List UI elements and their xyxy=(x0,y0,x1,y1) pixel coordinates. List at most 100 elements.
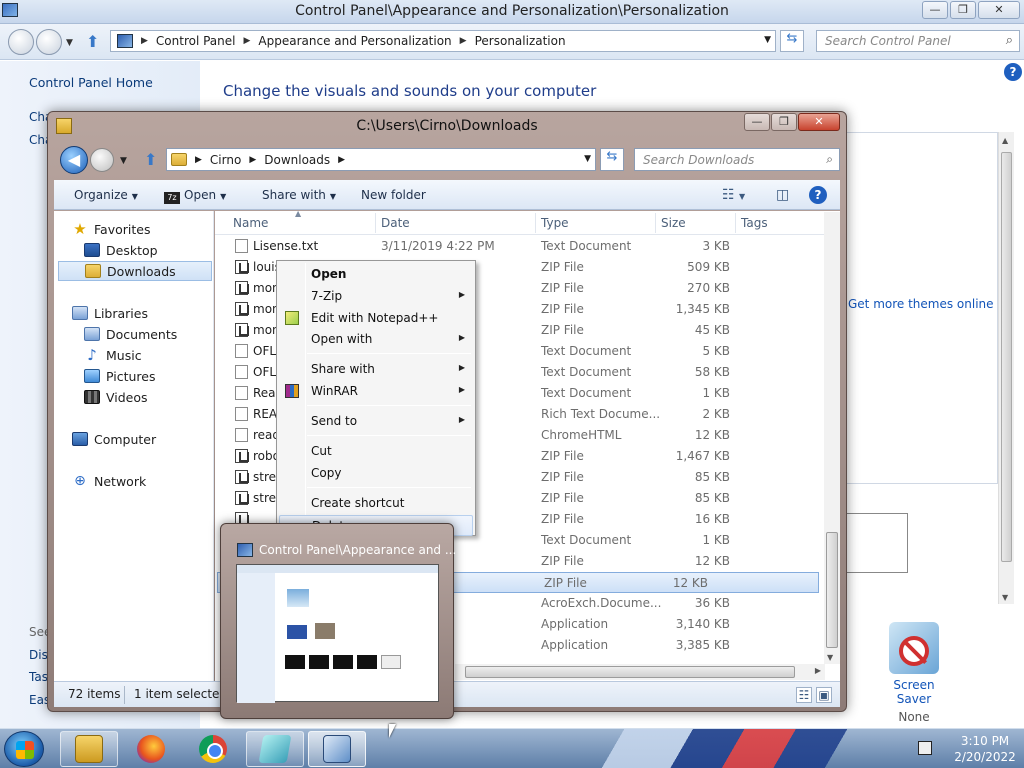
taskbar-explorer-button[interactable] xyxy=(60,731,118,767)
control-panel-titlebar[interactable]: Control Panel\Appearance and Personaliza… xyxy=(0,0,1024,24)
breadcrumb-downloads[interactable]: Downloads xyxy=(264,153,330,167)
address-bar[interactable]: ▶ Control Panel ▶ Appearance and Persona… xyxy=(110,30,776,52)
table-row[interactable]: Lisense.txt 3/11/2019 4:22 PM Text Documen… xyxy=(215,236,840,257)
chevron-right-icon[interactable]: ▶ xyxy=(460,36,467,46)
recent-pages-dropdown-icon[interactable]: ▼ xyxy=(66,38,73,48)
details-view-icon[interactable]: ☷ xyxy=(796,687,812,703)
clock-date[interactable]: 2/20/2022 xyxy=(950,750,1020,764)
explorer-search-input[interactable]: Search Downloads ⌕ xyxy=(634,148,840,171)
preview-pane-icon[interactable]: ◫ xyxy=(776,187,789,203)
refresh-button[interactable]: ⇆ xyxy=(780,30,804,52)
chevron-right-icon[interactable]: ▶ xyxy=(249,155,256,165)
new-folder-button[interactable]: New folder xyxy=(361,188,426,202)
scrollbar-thumb[interactable] xyxy=(1001,152,1012,562)
item-count: 72 items xyxy=(68,687,121,701)
menu-item-create-shortcut[interactable]: Create shortcut xyxy=(279,493,473,514)
menu-item-open[interactable]: Open xyxy=(279,264,473,285)
network-icon[interactable] xyxy=(918,741,932,755)
search-icon[interactable]: ⌕ xyxy=(1006,33,1013,48)
menu-item-share-with[interactable]: Share with ▶ xyxy=(279,359,473,380)
explorer-close-button[interactable]: ✕ xyxy=(798,113,840,131)
menu-item-winrar[interactable]: WinRAR ▶ xyxy=(279,381,473,402)
nav-item-libraries[interactable]: Libraries xyxy=(72,303,230,323)
column-header-date[interactable]: Date xyxy=(381,216,410,230)
clock-time[interactable]: 3:10 PM xyxy=(950,734,1020,748)
menu-item-send-to[interactable]: Send to ▶ xyxy=(279,411,473,432)
sidebar-link-taskbar[interactable]: Tas xyxy=(29,670,48,684)
organize-button[interactable]: Organize ▼ xyxy=(74,188,138,202)
forward-button[interactable] xyxy=(36,29,62,55)
scroll-up-icon[interactable]: ▲ xyxy=(1002,136,1008,145)
scroll-down-icon[interactable]: ▼ xyxy=(827,653,833,662)
recent-pages-dropdown-icon[interactable]: ▼ xyxy=(120,156,127,166)
column-header-type[interactable]: Type xyxy=(541,216,569,230)
scroll-down-icon[interactable]: ▼ xyxy=(1002,593,1008,602)
breadcrumb-personalization[interactable]: Personalization xyxy=(475,34,566,48)
screen-saver-label[interactable]: Screen Saver xyxy=(876,678,952,706)
search-icon[interactable]: ⌕ xyxy=(826,152,833,167)
help-icon[interactable]: ? xyxy=(809,186,827,204)
taskbar-firefox-button[interactable] xyxy=(122,731,180,767)
get-more-themes-link[interactable]: Get more themes online xyxy=(848,297,994,311)
up-arrow-icon[interactable]: ⬆ xyxy=(144,150,157,169)
menu-item-edit-notepad[interactable]: Edit with Notepad++ xyxy=(279,308,473,329)
file-size: 1 KB xyxy=(702,386,730,400)
taskbar-thumbnail-preview[interactable]: Control Panel\Appearance and ... xyxy=(220,523,456,719)
taskbar-notepad-button[interactable] xyxy=(246,731,304,767)
menu-item-cut[interactable]: Cut xyxy=(279,441,473,462)
scrollbar-thumb[interactable] xyxy=(826,532,838,648)
themes-scrollbar[interactable]: ▲ ▼ xyxy=(998,132,1014,604)
chevron-right-icon[interactable]: ▶ xyxy=(244,36,251,46)
breadcrumb-appearance[interactable]: Appearance and Personalization xyxy=(258,34,451,48)
nav-item-favorites[interactable]: ★ Favorites xyxy=(72,219,230,239)
menu-item-open-with[interactable]: Open with ▶ xyxy=(279,329,473,350)
screen-saver-icon xyxy=(889,622,939,674)
preview-thumbnail-image[interactable] xyxy=(236,564,439,703)
breadcrumb-control-panel[interactable]: Control Panel xyxy=(156,34,236,48)
change-view-icon[interactable]: ☷ ▼ xyxy=(722,187,745,203)
chevron-down-icon[interactable]: ▼ xyxy=(764,35,771,45)
column-header-tags[interactable]: Tags xyxy=(741,216,768,230)
help-icon[interactable]: ? xyxy=(1004,63,1022,81)
chevron-right-icon[interactable]: ▶ xyxy=(195,155,202,165)
minimize-button[interactable]: — xyxy=(922,1,948,19)
control-panel-home-link[interactable]: Control Panel Home xyxy=(29,75,153,90)
explorer-forward-button[interactable] xyxy=(90,148,114,172)
nav-item-network[interactable]: ⊕ Network xyxy=(72,471,230,491)
chevron-right-icon[interactable]: ▶ xyxy=(338,155,345,165)
explorer-refresh-button[interactable]: ⇆ xyxy=(600,148,624,171)
menu-item-copy[interactable]: Copy xyxy=(279,463,473,484)
breadcrumb-cirno[interactable]: Cirno xyxy=(210,153,241,167)
up-arrow-icon[interactable]: ⬆ xyxy=(86,32,99,51)
large-icons-view-icon[interactable]: ▣ xyxy=(816,687,832,703)
column-header-name[interactable]: Name xyxy=(233,216,268,230)
column-header-size[interactable]: Size xyxy=(661,216,686,230)
nav-item-computer[interactable]: Computer xyxy=(72,429,230,449)
start-button[interactable] xyxy=(4,731,44,767)
explorer-back-button[interactable]: ◀ xyxy=(60,146,88,174)
maximize-button[interactable]: ❐ xyxy=(950,1,976,19)
close-button[interactable]: ✕ xyxy=(978,1,1020,19)
taskbar-chrome-button[interactable] xyxy=(184,731,242,767)
share-with-button[interactable]: Share with ▼ xyxy=(262,188,336,202)
desktop-background-preview[interactable] xyxy=(840,513,908,573)
nav-item-downloads[interactable]: Downloads xyxy=(58,261,212,281)
file-type: ZIP File xyxy=(541,491,584,505)
back-button[interactable] xyxy=(8,29,34,55)
screen-saver-setting[interactable]: Screen Saver None xyxy=(876,622,952,724)
explorer-maximize-button[interactable]: ❐ xyxy=(771,113,797,131)
explorer-address-bar[interactable]: ▶ Cirno ▶ Downloads ▶ ▼ xyxy=(166,148,596,171)
music-icon: ♪ xyxy=(87,346,97,364)
taskbar-control-panel-button[interactable] xyxy=(308,731,366,767)
chevron-right-icon[interactable]: ▶ xyxy=(141,36,148,46)
scroll-right-icon[interactable]: ▶ xyxy=(815,666,821,675)
control-panel-search-input[interactable]: Search Control Panel ⌕ xyxy=(816,30,1020,52)
scrollbar-thumb[interactable] xyxy=(465,666,795,678)
chevron-down-icon[interactable]: ▼ xyxy=(584,154,591,164)
file-list-scrollbar[interactable]: ▼ xyxy=(824,212,840,664)
explorer-minimize-button[interactable]: — xyxy=(744,113,770,131)
file-list-hscrollbar[interactable]: ▶ xyxy=(455,664,825,680)
open-button[interactable]: 7z Open ▼ xyxy=(164,188,226,204)
menu-item-7zip[interactable]: 7-Zip ▶ xyxy=(279,286,473,307)
chevron-right-icon: ▶ xyxy=(458,385,465,394)
